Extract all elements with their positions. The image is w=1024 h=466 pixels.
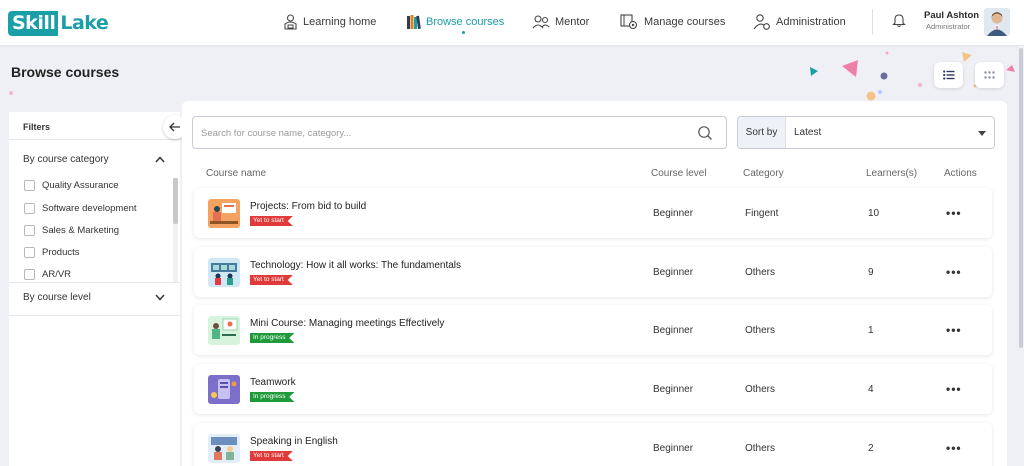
checkbox-label: Software development xyxy=(42,203,137,214)
status-badge: Yet to start xyxy=(250,451,293,461)
arrow-left-icon xyxy=(169,122,180,132)
course-name[interactable]: Technology: How it all works: The fundam… xyxy=(250,260,461,271)
filters-header: Filters xyxy=(9,112,180,140)
filters-title: Filters xyxy=(23,122,51,132)
status-badge: Yet to start xyxy=(250,216,293,226)
checkbox[interactable] xyxy=(24,269,35,280)
course-category: Others xyxy=(745,443,776,454)
search-input[interactable]: Search for course name, category... xyxy=(192,116,727,149)
course-name[interactable]: Mini Course: Managing meetings Effective… xyxy=(250,318,444,329)
status-badge: In progress xyxy=(250,333,295,343)
course-learners: 9 xyxy=(868,267,874,278)
course-thumbnail xyxy=(208,199,240,228)
table-row[interactable]: Projects: From bid to build Yet to start… xyxy=(194,188,992,238)
course-level: Beginner xyxy=(653,267,694,278)
grid-icon xyxy=(984,70,995,79)
grid-view-button[interactable] xyxy=(975,62,1004,88)
filter-scrollbar[interactable] xyxy=(173,178,178,224)
courses-panel: Search for course name, category... Sort… xyxy=(182,101,1007,466)
category-section-title[interactable]: By course category xyxy=(23,154,109,165)
filters-panel: Filters By course category Quality Assur… xyxy=(9,112,180,466)
header-course-name: Course name xyxy=(206,168,267,179)
course-thumbnail xyxy=(208,375,240,404)
course-name[interactable]: Speaking in English xyxy=(250,436,338,447)
course-learners: 4 xyxy=(868,384,874,395)
course-category: Others xyxy=(745,325,776,336)
course-thumbnail xyxy=(208,434,240,463)
course-category: Others xyxy=(745,384,776,395)
course-learners: 2 xyxy=(868,443,874,454)
course-name[interactable]: Teamwork xyxy=(250,377,296,388)
caret-down-icon xyxy=(978,131,986,136)
table-row[interactable]: Technology: How it all works: The fundam… xyxy=(194,247,992,297)
chevron-up-icon[interactable] xyxy=(155,156,165,163)
search-placeholder: Search for course name, category... xyxy=(201,128,352,139)
course-level: Beginner xyxy=(653,325,694,336)
table-row[interactable]: Speaking in English Yet to start Beginne… xyxy=(194,423,992,466)
course-level: Beginner xyxy=(653,384,694,395)
checkbox-label: Quality Assurance xyxy=(42,180,119,191)
level-section-title[interactable]: By course level xyxy=(23,292,91,303)
header-course-level: Course level xyxy=(651,168,707,179)
more-actions-icon[interactable]: ••• xyxy=(946,265,962,279)
checkbox-label: AR/VR xyxy=(42,269,72,280)
filter-category-ar-vr[interactable]: AR/VR xyxy=(24,269,71,280)
checkbox[interactable] xyxy=(24,180,35,191)
search-icon[interactable] xyxy=(697,125,713,141)
section-divider xyxy=(9,315,180,316)
checkbox[interactable] xyxy=(24,203,35,214)
chevron-down-icon[interactable] xyxy=(155,294,165,301)
table-row[interactable]: Mini Course: Managing meetings Effective… xyxy=(194,305,992,355)
header-category: Category xyxy=(743,168,784,179)
more-actions-icon[interactable]: ••• xyxy=(946,382,962,396)
checkbox-label: Products xyxy=(42,247,80,258)
filter-category-software-development[interactable]: Software development xyxy=(24,203,137,214)
sort-label: Sort by xyxy=(738,117,786,148)
course-level: Beginner xyxy=(653,443,694,454)
filter-category-quality-assurance[interactable]: Quality Assurance xyxy=(24,180,119,191)
section-divider xyxy=(9,282,180,283)
list-icon xyxy=(942,70,954,80)
more-actions-icon[interactable]: ••• xyxy=(946,323,962,337)
page-scrollbar[interactable] xyxy=(1019,48,1023,348)
sort-value: Latest xyxy=(794,127,822,138)
more-actions-icon[interactable]: ••• xyxy=(946,441,962,455)
header-learners: Learners(s) xyxy=(866,168,918,179)
status-badge: Yet to start xyxy=(250,275,293,285)
course-category: Fingent xyxy=(745,208,779,219)
filter-category-products[interactable]: Products xyxy=(24,247,80,258)
checkbox[interactable] xyxy=(24,225,35,236)
course-level: Beginner xyxy=(653,208,694,219)
course-thumbnail xyxy=(208,316,240,345)
checkbox-label: Sales & Marketing xyxy=(42,225,120,236)
course-learners: 1 xyxy=(868,325,874,336)
checkbox[interactable] xyxy=(24,247,35,258)
course-learners: 10 xyxy=(868,208,880,219)
status-badge: In progress xyxy=(250,392,295,402)
sort-select[interactable]: Sort by Latest xyxy=(737,116,995,149)
course-name[interactable]: Projects: From bid to build xyxy=(250,201,366,212)
more-actions-icon[interactable]: ••• xyxy=(946,206,962,220)
table-row[interactable]: Teamwork In progress Beginner Others 4 •… xyxy=(194,364,992,414)
header-actions: Actions xyxy=(944,168,977,179)
list-view-button[interactable] xyxy=(934,62,963,88)
filter-category-sales-marketing[interactable]: Sales & Marketing xyxy=(24,225,119,236)
course-category: Others xyxy=(745,267,776,278)
course-thumbnail xyxy=(208,258,240,287)
